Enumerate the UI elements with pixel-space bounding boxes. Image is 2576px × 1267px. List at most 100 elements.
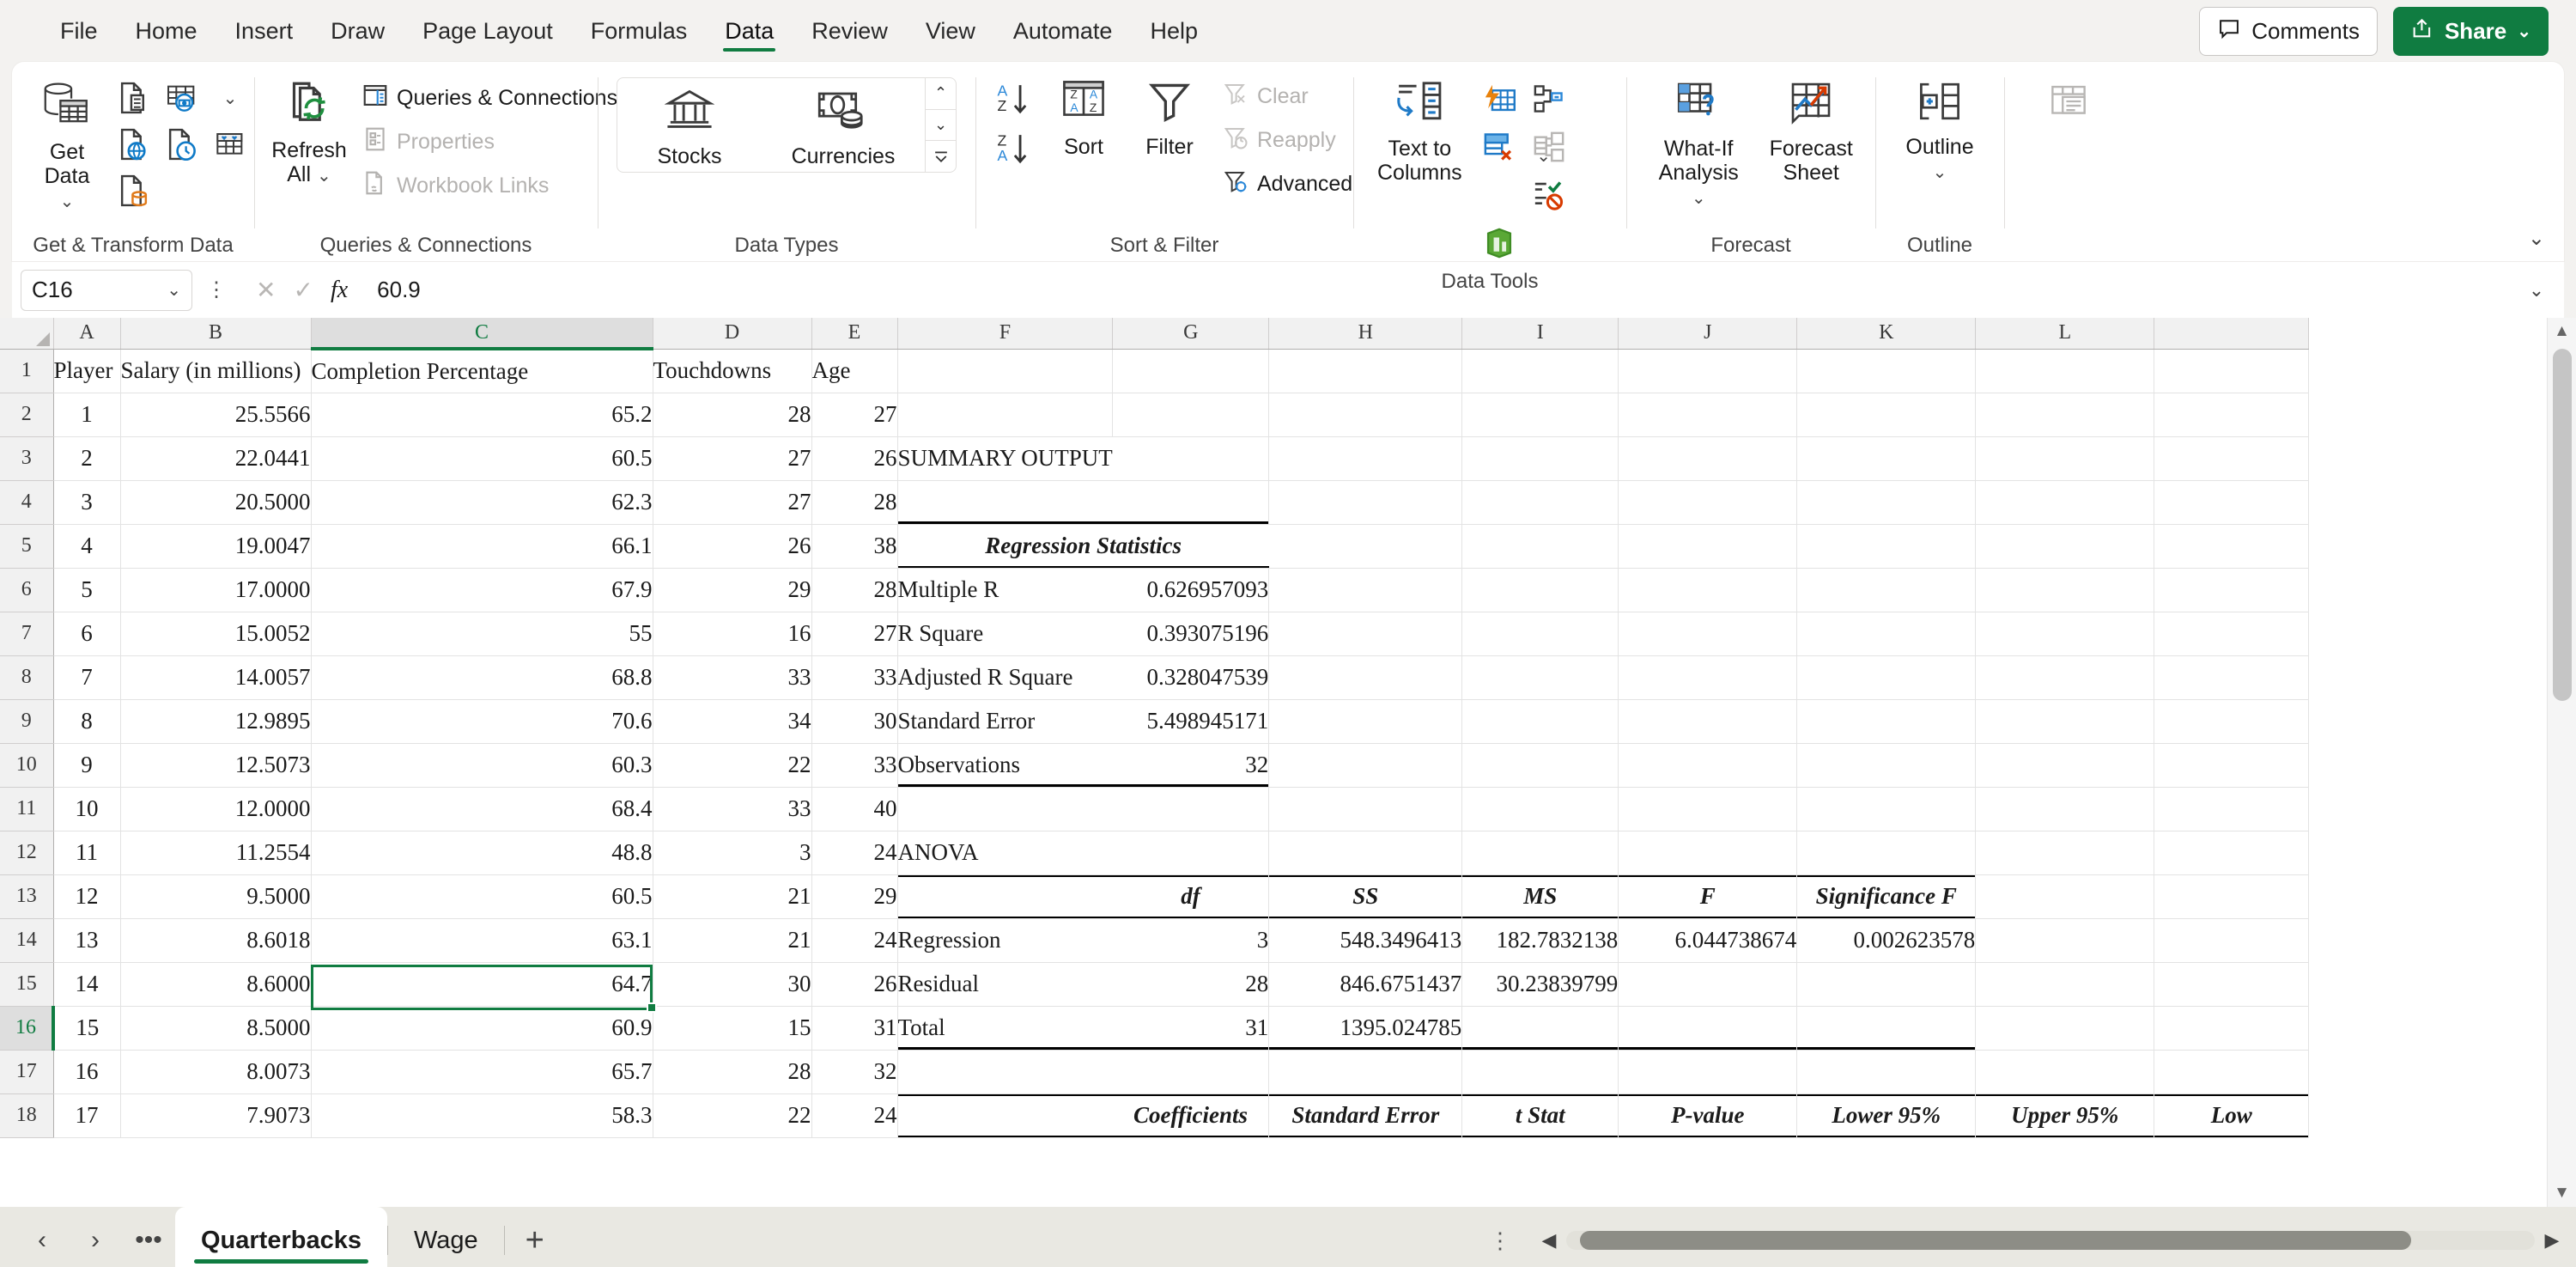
cell-G14[interactable]: 3 [1112, 918, 1270, 963]
name-box[interactable]: C16 ⌄ [21, 269, 192, 311]
cell-M16[interactable] [2154, 1006, 2310, 1051]
from-database-icon[interactable] [112, 168, 156, 213]
cell-K4[interactable] [1796, 480, 1977, 525]
cell-F5[interactable]: Regression Statistics [897, 524, 1269, 569]
fx-icon[interactable]: fx [331, 277, 348, 304]
cell-I2[interactable] [1461, 393, 1619, 437]
cell-I9[interactable] [1461, 699, 1619, 744]
reapply-filter-button[interactable]: Reapply [1214, 119, 1361, 161]
cell-M10[interactable] [2154, 743, 2310, 788]
cell-M18[interactable]: Low [2154, 1093, 2310, 1138]
sheet-tab-wage[interactable]: Wage [388, 1207, 504, 1267]
row-header-18[interactable]: 18 [0, 1093, 54, 1138]
cell-H8[interactable] [1268, 655, 1463, 700]
gallery-scroll-up-icon[interactable]: ⌃ [926, 78, 956, 109]
cell-B1[interactable]: Salary (in millions) [120, 349, 312, 393]
cell-D11[interactable]: 33 [653, 787, 812, 831]
cell-A7[interactable]: 6 [53, 612, 121, 656]
select-all-corner[interactable] [0, 318, 54, 350]
cell-A14[interactable]: 13 [53, 918, 121, 963]
cell-M1[interactable] [2154, 349, 2310, 393]
data-validation-dropdown[interactable]: ⌄ [1521, 132, 1567, 179]
cell-M9[interactable] [2154, 699, 2310, 744]
cell-L3[interactable] [1975, 436, 2155, 481]
cell-I6[interactable] [1461, 568, 1619, 612]
cell-L18[interactable]: Upper 95% [1975, 1093, 2155, 1138]
row-header-13[interactable]: 13 [0, 874, 54, 919]
cell-A13[interactable]: 12 [53, 874, 121, 919]
cell-J17[interactable] [1618, 1050, 1798, 1094]
formula-bar-options[interactable]: ⋮ [197, 277, 235, 302]
column-header-H[interactable]: H [1268, 318, 1463, 350]
cell-K6[interactable] [1796, 568, 1977, 612]
cell-M4[interactable] [2154, 480, 2310, 525]
cell-K1[interactable] [1796, 349, 1977, 393]
cell-F13[interactable] [897, 874, 1113, 919]
cell-K3[interactable] [1796, 436, 1977, 481]
cell-J10[interactable] [1618, 743, 1798, 788]
cell-A12[interactable]: 11 [53, 831, 121, 875]
cell-H14[interactable]: 548.3496413 [1268, 918, 1463, 963]
cell-B10[interactable]: 12.5073 [120, 743, 312, 788]
cell-L9[interactable] [1975, 699, 2155, 744]
sort-descending-icon[interactable]: Z A [989, 124, 1039, 174]
manage-data-model-icon[interactable] [1476, 220, 1522, 266]
hscroll-right-icon[interactable]: ▶ [2535, 1229, 2569, 1252]
remove-duplicates-icon[interactable] [1476, 124, 1522, 170]
row-header-10[interactable]: 10 [0, 743, 54, 788]
cell-C13[interactable]: 60.5 [311, 874, 653, 919]
cell-A16[interactable]: 15 [53, 1006, 121, 1051]
cell-G7[interactable]: 0.393075196 [1112, 612, 1270, 656]
row-header-5[interactable]: 5 [0, 524, 54, 569]
cell-M6[interactable] [2154, 568, 2310, 612]
cell-E3[interactable]: 26 [811, 436, 898, 481]
cell-C18[interactable]: 58.3 [311, 1093, 653, 1138]
cell-M2[interactable] [2154, 393, 2310, 437]
cell-A18[interactable]: 17 [53, 1093, 121, 1138]
column-header-J[interactable]: J [1618, 318, 1798, 350]
cell-E10[interactable]: 33 [811, 743, 898, 788]
cell-J9[interactable] [1618, 699, 1798, 744]
cell-H12[interactable] [1268, 831, 1463, 875]
cell-E6[interactable]: 28 [811, 568, 898, 612]
cell-G1[interactable] [1112, 349, 1270, 393]
from-text-csv-icon[interactable] [112, 76, 156, 120]
cell-K18[interactable]: Lower 95% [1796, 1093, 1977, 1138]
cell-L11[interactable] [1975, 787, 2155, 831]
cell-L14[interactable] [1975, 918, 2155, 963]
column-header-L[interactable]: L [1975, 318, 2155, 350]
cell-E5[interactable]: 38 [811, 524, 898, 569]
cell-J6[interactable] [1618, 568, 1798, 612]
cell-J11[interactable] [1618, 787, 1798, 831]
cell-B6[interactable]: 17.0000 [120, 568, 312, 612]
cell-G18[interactable]: Coefficients [1112, 1093, 1270, 1138]
row-header-7[interactable]: 7 [0, 612, 54, 656]
cell-J8[interactable] [1618, 655, 1798, 700]
gallery-expand-icon[interactable] [926, 140, 956, 172]
cell-M13[interactable] [2154, 874, 2310, 919]
cell-K13[interactable]: Significance F [1796, 874, 1977, 919]
cell-K9[interactable] [1796, 699, 1977, 744]
ribbon-tab-home[interactable]: Home [117, 9, 216, 53]
row-header-6[interactable]: 6 [0, 568, 54, 612]
cell-B9[interactable]: 12.9895 [120, 699, 312, 744]
cell-B3[interactable]: 22.0441 [120, 436, 312, 481]
cell-B18[interactable]: 7.9073 [120, 1093, 312, 1138]
cell-H9[interactable] [1268, 699, 1463, 744]
cell-E16[interactable]: 31 [811, 1006, 898, 1051]
clear-filter-button[interactable]: Clear [1214, 76, 1361, 118]
share-button[interactable]: Share ⌄ [2392, 6, 2549, 56]
cell-F16[interactable]: Total [897, 1006, 1113, 1051]
hscroll-left-icon[interactable]: ◀ [1532, 1229, 1566, 1252]
cell-H18[interactable]: Standard Error [1268, 1093, 1463, 1138]
cell-E13[interactable]: 29 [811, 874, 898, 919]
cell-J15[interactable] [1618, 962, 1798, 1007]
row-header-4[interactable]: 4 [0, 480, 54, 525]
column-header-K[interactable]: K [1796, 318, 1977, 350]
cell-I11[interactable] [1461, 787, 1619, 831]
cell-E7[interactable]: 27 [811, 612, 898, 656]
cell-A8[interactable]: 7 [53, 655, 121, 700]
cell-H2[interactable] [1268, 393, 1463, 437]
cell-D5[interactable]: 26 [653, 524, 812, 569]
cell-E11[interactable]: 40 [811, 787, 898, 831]
